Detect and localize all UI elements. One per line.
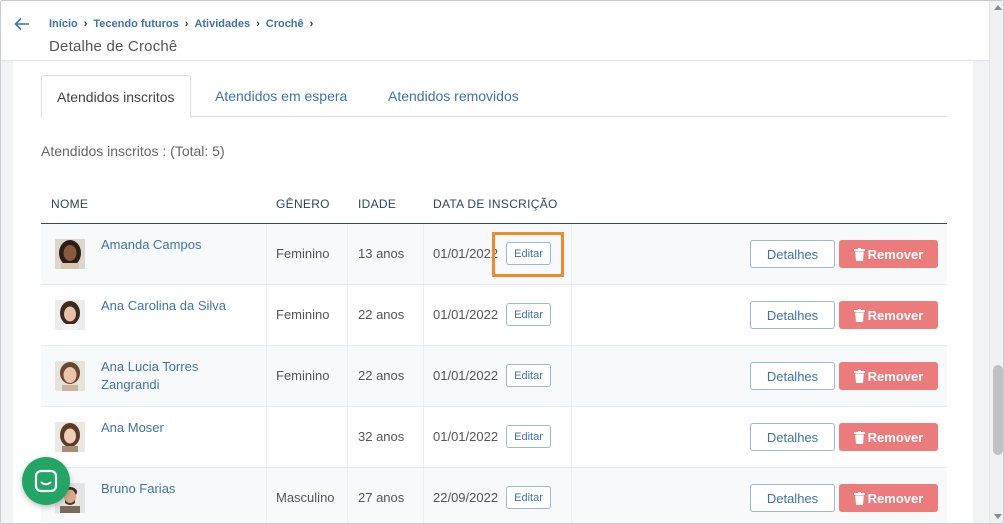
column-header-date: DATA DE INSCRIÇÃO xyxy=(433,197,558,211)
scrollbar-thumb[interactable] xyxy=(993,365,1003,455)
attendee-name-link[interactable]: Ana Carolina da Silva xyxy=(101,297,241,315)
chevron-right-icon: › xyxy=(256,18,260,30)
header: Início › Tecendo futuros › Atividades › … xyxy=(1,1,989,61)
chevron-right-icon: › xyxy=(83,18,88,30)
avatar xyxy=(55,300,85,330)
remove-label: Remover xyxy=(867,490,924,506)
chevron-right-icon: › xyxy=(309,18,314,30)
edit-date-button[interactable]: Editar xyxy=(506,486,551,509)
back-arrow-icon[interactable] xyxy=(13,15,33,35)
age-cell: 22 anos xyxy=(358,368,405,383)
breadcrumb-item-atividades[interactable]: Atividades xyxy=(194,18,250,30)
breadcrumb-item-croche[interactable]: Crochê xyxy=(266,18,304,30)
edit-date-button[interactable]: Editar xyxy=(506,303,551,326)
avatar xyxy=(55,422,85,452)
trash-icon xyxy=(853,308,865,322)
table-row: Amanda Campos Feminino 13 anos 01/01/202… xyxy=(41,224,947,285)
main-panel: Atendidos inscritos Atendidos em espera … xyxy=(13,61,973,523)
edit-date-button[interactable]: Editar xyxy=(506,425,551,448)
table-row: Ana Moser 32 anos 01/01/2022 Editar Deta… xyxy=(41,407,947,468)
table-header: NOME GÊNERO IDADE DATA DE INSCRIÇÃO xyxy=(41,183,947,224)
breadcrumb-item-tecendo-futuros[interactable]: Tecendo futuros xyxy=(93,18,178,30)
column-header-age: IDADE xyxy=(358,197,397,211)
scroll-up-icon[interactable] xyxy=(994,5,1002,10)
edit-date-button[interactable]: Editar xyxy=(506,242,551,265)
gender-cell: Masculino xyxy=(276,490,335,505)
avatar xyxy=(55,239,85,269)
column-header-name: NOME xyxy=(51,197,89,211)
attendee-name-link[interactable]: Ana Moser xyxy=(101,419,241,437)
breadcrumb: Início › Tecendo futuros › Atividades › … xyxy=(49,18,319,30)
chat-icon[interactable] xyxy=(22,457,70,505)
app-window: Início › Tecendo futuros › Atividades › … xyxy=(0,0,1004,524)
remove-button[interactable]: Remover xyxy=(839,423,938,451)
date-cell: 01/01/2022 xyxy=(433,429,499,444)
column-header-gender: GÊNERO xyxy=(276,197,330,211)
details-button[interactable]: Detalhes xyxy=(750,301,835,329)
trash-icon xyxy=(853,491,865,505)
remove-button[interactable]: Remover xyxy=(839,362,938,390)
age-cell: 22 anos xyxy=(358,307,405,322)
vertical-scrollbar[interactable] xyxy=(989,1,1003,523)
attendee-name-link[interactable]: Amanda Campos xyxy=(101,236,241,254)
date-cell: 22/09/2022 xyxy=(433,490,499,505)
details-button[interactable]: Detalhes xyxy=(750,484,835,512)
tab-atendidos-em-espera[interactable]: Atendidos em espera xyxy=(215,75,347,117)
enrolled-summary: Atendidos inscritos : (Total: 5) xyxy=(41,143,225,159)
remove-button[interactable]: Remover xyxy=(839,484,938,512)
remove-button[interactable]: Remover xyxy=(839,301,938,329)
page-title: Detalhe de Crochê xyxy=(49,38,178,55)
attendee-name-link[interactable]: Bruno Farias xyxy=(101,480,241,498)
enrolled-table: NOME GÊNERO IDADE DATA DE INSCRIÇÃO Aman… xyxy=(41,183,947,523)
date-cell: 01/01/2022 xyxy=(433,307,499,322)
edit-date-button[interactable]: Editar xyxy=(506,364,551,387)
tab-bar: Atendidos inscritos Atendidos em espera … xyxy=(41,75,947,118)
tab-atendidos-inscritos[interactable]: Atendidos inscritos xyxy=(41,75,191,118)
remove-label: Remover xyxy=(867,246,924,262)
attendee-name-link[interactable]: Ana Lucia Torres Zangrandi xyxy=(101,358,241,394)
date-cell: 01/01/2022 xyxy=(433,368,499,383)
chevron-right-icon: › xyxy=(184,18,189,30)
table-row: Ana Carolina da Silva Feminino 22 anos 0… xyxy=(41,285,947,346)
remove-button[interactable]: Remover xyxy=(839,240,938,268)
details-button[interactable]: Detalhes xyxy=(750,362,835,390)
details-button[interactable]: Detalhes xyxy=(750,240,835,268)
gender-cell: Feminino xyxy=(276,246,330,261)
date-cell: 01/01/2022 xyxy=(433,246,499,261)
age-cell: 32 anos xyxy=(358,429,405,444)
gender-cell: Feminino xyxy=(276,307,330,322)
trash-icon xyxy=(853,430,865,444)
tab-atendidos-removidos[interactable]: Atendidos removidos xyxy=(388,75,519,117)
trash-icon xyxy=(853,247,865,261)
scroll-down-icon[interactable] xyxy=(994,514,1002,519)
remove-label: Remover xyxy=(867,307,924,323)
age-cell: 27 anos xyxy=(358,490,405,505)
breadcrumb-item-inicio[interactable]: Início xyxy=(49,18,78,30)
details-button[interactable]: Detalhes xyxy=(750,423,835,451)
avatar xyxy=(55,361,85,391)
gender-cell: Feminino xyxy=(276,368,330,383)
trash-icon xyxy=(853,369,865,383)
table-row: Ana Lucia Torres Zangrandi Feminino 22 a… xyxy=(41,346,947,407)
remove-label: Remover xyxy=(867,368,924,384)
table-row: Bruno Farias Masculino 27 anos 22/09/202… xyxy=(41,468,947,523)
remove-label: Remover xyxy=(867,429,924,445)
age-cell: 13 anos xyxy=(358,246,405,261)
